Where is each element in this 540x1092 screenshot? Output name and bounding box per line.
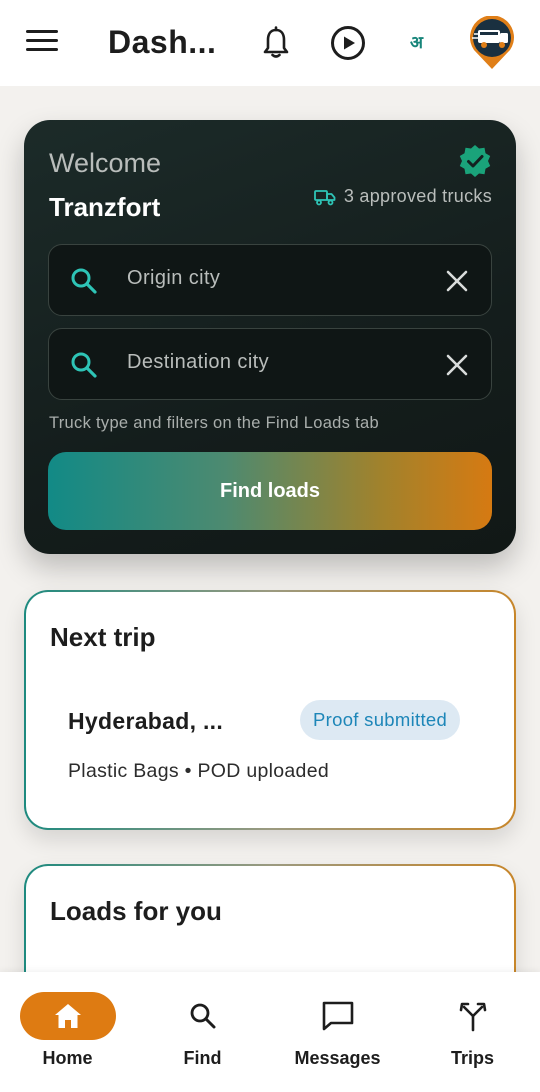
loads-for-you-title: Loads for you xyxy=(50,896,222,926)
truck-icon xyxy=(313,189,336,205)
filters-hint: Truck type and filters on the Find Loads… xyxy=(49,414,379,432)
nav-label-home: Home xyxy=(42,1048,93,1068)
origin-city-input[interactable]: Origin city xyxy=(127,267,220,290)
nav-label-messages: Messages xyxy=(294,1048,381,1068)
trip-route: Hyderabad, ... xyxy=(68,708,224,734)
next-trip-card[interactable]: Next trip Hyderabad, ... Proof submitted… xyxy=(24,590,516,830)
language-toggle[interactable]: अ xyxy=(410,30,423,53)
next-trip-title: Next trip xyxy=(50,622,156,652)
nav-item-messages[interactable]: Messages xyxy=(270,972,405,1092)
clear-icon[interactable] xyxy=(445,269,469,293)
bottom-nav: Home Find Messages Trips xyxy=(0,972,540,1092)
find-loads-button[interactable]: Find loads xyxy=(48,452,492,530)
nav-item-trips[interactable]: Trips xyxy=(405,972,540,1092)
nav-home-indicator[interactable] xyxy=(19,992,116,1040)
home-icon xyxy=(54,1004,81,1028)
app-bar: Dash... अ xyxy=(0,0,540,86)
welcome-card: Welcome Tranzfort 3 approved trucks Orig… xyxy=(24,120,516,554)
page-title: Dash... xyxy=(108,24,217,60)
route-split-icon xyxy=(459,1002,486,1032)
nav-label-find: Find xyxy=(183,1048,222,1068)
clear-icon[interactable] xyxy=(445,353,469,377)
nav-trips-indicator[interactable] xyxy=(425,992,521,1040)
status-badge: Proof submitted xyxy=(300,700,461,740)
origin-city-field[interactable]: Origin city xyxy=(48,244,492,316)
play-circle-icon[interactable] xyxy=(330,25,366,61)
destination-city-input[interactable]: Destination city xyxy=(127,351,269,374)
nav-item-find[interactable]: Find xyxy=(135,972,270,1092)
approved-trucks: 3 approved trucks xyxy=(313,186,492,207)
welcome-greeting: Welcome xyxy=(49,148,162,178)
company-name: Tranzfort xyxy=(49,192,161,222)
search-icon xyxy=(190,1003,215,1029)
logo-avatar[interactable] xyxy=(466,16,518,70)
bell-icon[interactable] xyxy=(260,26,292,60)
approved-trucks-text: 3 approved trucks xyxy=(343,186,492,206)
message-icon xyxy=(322,1001,353,1031)
nav-item-home[interactable]: Home xyxy=(0,972,135,1092)
verified-badge-icon xyxy=(459,145,491,177)
trip-meta: Plastic Bags • POD uploaded xyxy=(68,760,329,782)
search-icon xyxy=(71,268,97,294)
nav-label-trips: Trips xyxy=(450,1048,494,1068)
destination-city-field[interactable]: Destination city xyxy=(48,328,492,400)
search-icon xyxy=(71,352,97,378)
nav-messages-indicator[interactable] xyxy=(290,992,386,1040)
nav-find-indicator[interactable] xyxy=(155,992,251,1040)
menu-icon[interactable] xyxy=(26,30,58,56)
